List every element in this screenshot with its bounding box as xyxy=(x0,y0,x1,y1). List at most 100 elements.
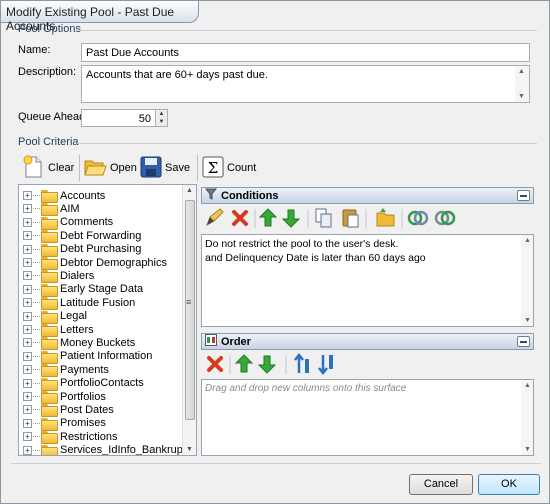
expand-icon[interactable]: + xyxy=(23,191,32,200)
move-down-icon[interactable] xyxy=(257,355,277,374)
delete-icon[interactable] xyxy=(207,356,223,372)
tree-item[interactable]: + Restrictions xyxy=(23,430,117,445)
edit-pencil-icon[interactable] xyxy=(206,208,224,227)
expand-icon[interactable]: + xyxy=(23,432,32,442)
conditions-collapse-icon[interactable] xyxy=(517,190,530,201)
expand-icon[interactable]: + xyxy=(23,298,32,308)
queue-ahead-spin[interactable]: ▲ ▼ xyxy=(155,110,167,126)
tree-item[interactable]: + Patient Information xyxy=(23,350,152,364)
tree-connector xyxy=(33,396,40,397)
expand-icon[interactable]: + xyxy=(23,378,32,388)
order-title: Order xyxy=(221,335,251,348)
order-drop-surface[interactable]: Drag and drop new columns onto this surf… xyxy=(201,379,534,456)
scroll-down-icon[interactable]: ▼ xyxy=(518,93,525,100)
description-scrollbar[interactable]: ▲ ▼ xyxy=(515,66,529,102)
expand-icon[interactable]: + xyxy=(23,311,32,321)
expand-icon[interactable]: + xyxy=(23,365,32,375)
table-tree[interactable]: + Accounts + AIM + Comments + Debt Forwarding + D… xyxy=(18,184,197,456)
open-button[interactable]: Open xyxy=(83,154,137,182)
sort-descending-icon[interactable] xyxy=(318,355,333,376)
tree-item[interactable]: + Payments xyxy=(23,363,109,378)
expand-icon[interactable]: + xyxy=(23,271,32,281)
expand-icon[interactable]: + xyxy=(23,325,32,334)
scroll-up-icon[interactable]: ▲ xyxy=(524,382,531,389)
or-group-icon[interactable] xyxy=(434,210,456,226)
folder-icon xyxy=(41,391,58,404)
expand-icon[interactable]: + xyxy=(23,405,32,415)
queue-ahead-stepper[interactable]: 50 ▲ ▼ xyxy=(81,109,168,127)
scroll-up-icon[interactable]: ▲ xyxy=(524,237,531,244)
expand-icon[interactable]: + xyxy=(23,418,32,428)
ok-button[interactable]: OK xyxy=(478,474,540,495)
tree-item[interactable]: + Promises xyxy=(23,417,106,431)
tree-item[interactable]: + Early Stage Data xyxy=(23,283,143,297)
expand-icon[interactable]: + xyxy=(23,204,32,214)
move-down-icon[interactable] xyxy=(281,209,301,228)
expand-icon[interactable]: + xyxy=(23,392,32,401)
sort-ascending-icon[interactable] xyxy=(294,352,309,373)
tree-item[interactable]: + Money Buckets xyxy=(23,336,135,351)
tree-item[interactable]: + Legal xyxy=(23,310,87,324)
scroll-up-icon[interactable]: ▲ xyxy=(186,187,193,194)
condition-line[interactable]: Do not restrict the pool to the user's d… xyxy=(205,238,398,250)
order-scrollbar[interactable]: ▲ ▼ xyxy=(521,380,533,455)
tree-item[interactable]: + Debt Forwarding xyxy=(23,229,142,244)
copy-icon[interactable] xyxy=(315,208,332,228)
queue-ahead-label: Queue Ahead: xyxy=(18,111,89,123)
tree-item[interactable]: + Accounts xyxy=(23,189,106,203)
cancel-button[interactable]: Cancel xyxy=(409,474,473,495)
expand-icon[interactable]: + xyxy=(23,284,32,294)
tree-item[interactable]: + Letters xyxy=(23,323,94,337)
order-collapse-icon[interactable] xyxy=(517,336,530,347)
spin-up-icon[interactable]: ▲ xyxy=(156,110,167,118)
expand-icon[interactable]: + xyxy=(23,258,32,267)
spin-down-icon[interactable]: ▼ xyxy=(156,118,167,126)
scroll-down-icon[interactable]: ▼ xyxy=(524,317,531,324)
folder-icon xyxy=(41,417,58,431)
modify-pool-window: Modify Existing Pool - Past Due Accounts… xyxy=(0,0,550,504)
paste-icon[interactable] xyxy=(342,209,359,228)
name-field[interactable]: Past Due Accounts xyxy=(81,43,530,62)
tree-item-label: Debt Forwarding xyxy=(60,229,142,242)
expand-icon[interactable]: + xyxy=(23,244,32,254)
sigma-icon: Σ xyxy=(202,155,224,182)
tree-scrollbar[interactable]: ▲ ▼ xyxy=(182,185,196,455)
tree-item[interactable]: + Debt Purchasing xyxy=(23,243,142,257)
tree-item[interactable]: + Post Dates xyxy=(23,403,114,418)
tree-scroll-thumb[interactable] xyxy=(185,200,195,420)
clear-button[interactable]: Clear xyxy=(23,154,74,182)
tree-item-label: Accounts xyxy=(60,189,106,202)
scroll-down-icon[interactable]: ▼ xyxy=(524,446,531,453)
and-group-icon[interactable] xyxy=(407,210,429,226)
folder-icon xyxy=(41,216,58,230)
tree-item[interactable]: + Portfolios xyxy=(23,390,106,404)
folder-condition-icon[interactable] xyxy=(376,208,395,227)
condition-line[interactable]: and Delinquency Date is later than 60 da… xyxy=(205,252,426,264)
tree-item[interactable]: + Latitude Fusion xyxy=(23,296,135,311)
expand-icon[interactable]: + xyxy=(23,351,32,361)
expand-icon[interactable]: + xyxy=(23,217,32,227)
tree-item[interactable]: + PortfolioContacts xyxy=(23,377,144,391)
conditions-list[interactable]: Do not restrict the pool to the user's d… xyxy=(201,234,534,327)
conditions-scrollbar[interactable]: ▲ ▼ xyxy=(521,235,533,326)
tree-item[interactable]: + Dialers xyxy=(23,269,94,284)
tree-item[interactable]: + AIM xyxy=(23,202,80,217)
tree-item-label: Debt Purchasing xyxy=(60,243,142,256)
move-up-icon[interactable] xyxy=(234,354,254,373)
description-field[interactable]: Accounts that are 60+ days past due. ▲ ▼ xyxy=(81,65,530,103)
tree-item[interactable]: + Comments xyxy=(23,216,113,230)
scroll-down-icon[interactable]: ▼ xyxy=(186,446,193,453)
expand-icon[interactable]: + xyxy=(23,338,32,348)
move-up-icon[interactable] xyxy=(258,208,278,227)
splitter-grip-icon[interactable]: ≡ xyxy=(186,297,191,307)
tree-item[interactable]: + Services_IdInfo_Bankruptcy xyxy=(23,444,196,455)
count-button[interactable]: Σ Count xyxy=(202,154,256,182)
expand-icon[interactable]: + xyxy=(23,445,32,455)
tree-item[interactable]: + Debtor Demographics xyxy=(23,256,167,270)
save-button[interactable]: Save xyxy=(140,154,190,182)
open-folder-icon xyxy=(83,155,107,182)
scroll-up-icon[interactable]: ▲ xyxy=(518,68,525,75)
delete-icon[interactable] xyxy=(232,210,248,226)
expand-icon[interactable]: + xyxy=(23,231,32,241)
folder-icon xyxy=(41,243,58,257)
